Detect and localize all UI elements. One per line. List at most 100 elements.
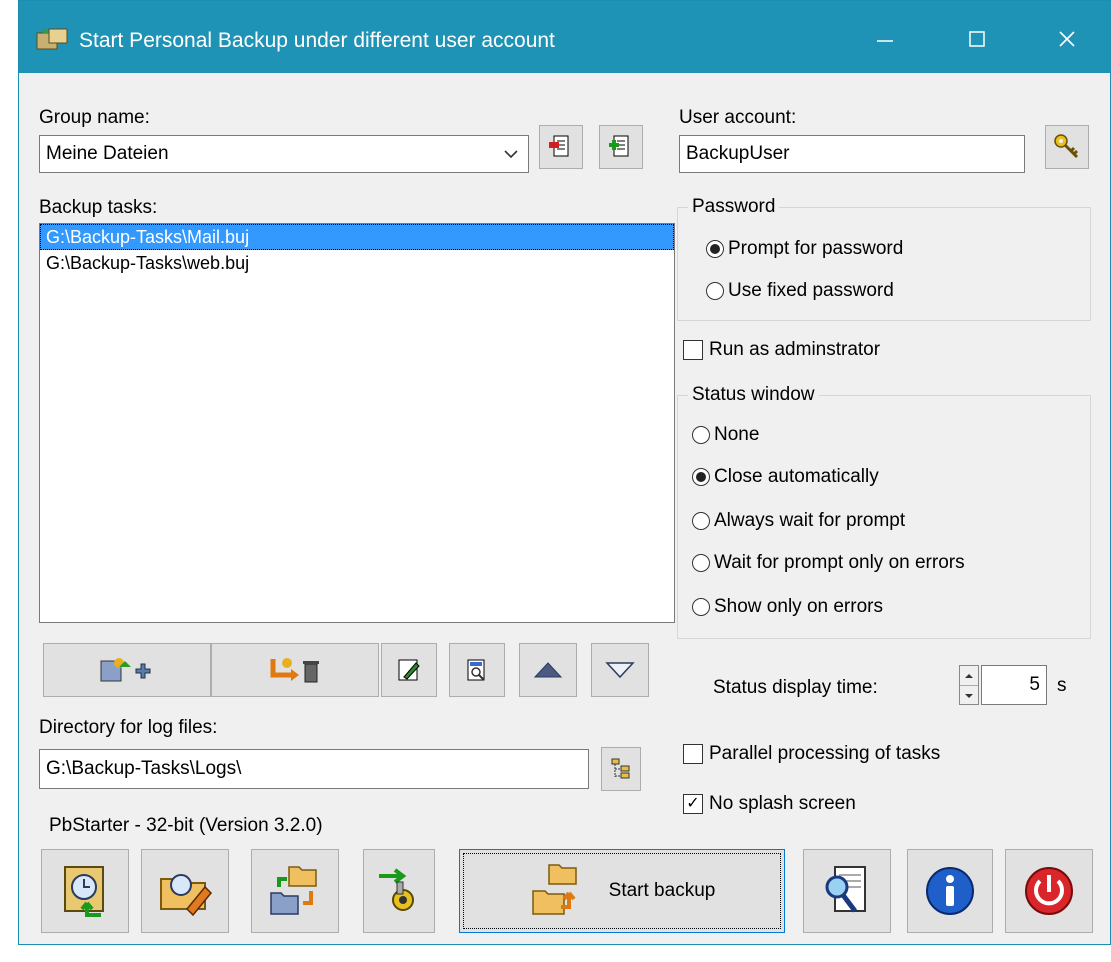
radio-status-none[interactable]: None [692,424,759,446]
checkbox-label: Run as adminstrator [709,339,881,360]
radio-indicator [692,554,710,572]
radio-label: None [714,424,760,445]
log-directory-value: G:\Backup-Tasks\Logs\ [46,758,242,779]
folder-tree-icon [609,757,633,781]
display-time-value: 5 [1029,674,1040,695]
group-name-value: Meine Dateien [46,143,169,164]
display-time-unit: s [1057,675,1067,696]
user-account-label: User account: [679,107,797,128]
checkbox-box: ✓ [683,794,703,814]
radio-label: Prompt for password [728,238,904,259]
parallel-processing-checkbox[interactable]: Parallel processing of tasks [683,743,940,765]
exit-button[interactable] [1005,849,1093,933]
radio-status-wait-on-errors[interactable]: Wait for prompt only on errors [692,552,965,574]
radio-status-close-automatically[interactable]: Close automatically [692,466,879,488]
radio-indicator [692,598,710,616]
edit-folder-icon [157,863,213,919]
radio-label: Close automatically [714,466,879,487]
chevron-down-icon [502,145,520,163]
view-log-button[interactable] [803,849,891,933]
radio-fixed-password[interactable]: Use fixed password [706,280,894,302]
browse-log-directory-button[interactable] [601,747,641,791]
power-icon [1023,865,1075,917]
user-account-value: BackupUser [686,143,790,164]
backup-tasks-list[interactable]: G:\Backup-Tasks\Mail.buj G:\Backup-Tasks… [39,223,675,623]
version-label: PbStarter - 32-bit (Version 3.2.0) [49,815,323,836]
maximize-button[interactable] [947,17,1007,61]
radio-indicator [706,240,724,258]
radio-label: Always wait for prompt [714,510,906,531]
list-item[interactable]: G:\Backup-Tasks\Mail.buj [40,224,674,250]
spin-up-icon[interactable] [960,666,978,686]
time-spinner[interactable] [959,665,979,705]
user-account-field[interactable]: BackupUser [679,135,1025,173]
checkbox-box [683,340,703,360]
clock-schedule-icon [57,863,113,919]
view-task-button[interactable] [449,643,505,697]
status-window-group-title: Status window [688,384,819,406]
radio-indicator [692,426,710,444]
minimize-button[interactable] [855,17,915,61]
sync-folders-button[interactable] [251,849,339,933]
password-group: Password Prompt for password Use fixed p… [677,196,1091,321]
start-backup-icon [529,863,585,919]
edit-schedule-button[interactable] [141,849,229,933]
run-as-admin-checkbox[interactable]: Run as adminstrator [683,339,880,361]
edit-pencil-icon [396,657,422,683]
move-down-button[interactable] [591,643,649,697]
info-icon [924,865,976,917]
radio-prompt-password[interactable]: Prompt for password [706,238,903,260]
remove-task-icon [265,655,325,685]
remove-document-icon [548,133,574,161]
group-name-label: Group name: [39,107,150,128]
start-backup-button[interactable]: Start backup [459,849,785,933]
edit-task-button[interactable] [381,643,437,697]
log-directory-field[interactable]: G:\Backup-Tasks\Logs\ [39,749,589,789]
info-button[interactable] [907,849,993,933]
folder-sync-icon [267,863,323,919]
radio-label: Show only on errors [714,596,883,617]
radio-indicator [706,282,724,300]
remove-group-button[interactable] [539,125,583,169]
add-task-icon [97,655,157,685]
backup-tasks-label: Backup tasks: [39,197,158,218]
list-item[interactable]: G:\Backup-Tasks\web.buj [40,250,674,276]
radio-status-always-wait[interactable]: Always wait for prompt [692,510,905,532]
view-document-icon [464,657,490,683]
schedule-button[interactable] [41,849,129,933]
checkbox-label: No splash screen [709,793,856,814]
no-splash-screen-checkbox[interactable]: ✓ No splash screen [683,793,856,815]
status-display-time-input[interactable]: 5 [981,665,1047,705]
add-task-button[interactable] [43,643,211,697]
radio-label: Wait for prompt only on errors [714,552,965,573]
start-backup-label: Start backup [608,880,716,901]
group-name-combobox[interactable]: Meine Dateien [39,135,529,173]
move-up-button[interactable] [519,643,577,697]
close-button[interactable] [1037,17,1097,61]
title-bar[interactable]: Start Personal Backup under different us… [19,1,1110,73]
log-directory-label: Directory for log files: [39,717,218,738]
status-display-time-label: Status display time: [713,677,878,698]
radio-status-show-on-errors[interactable]: Show only on errors [692,596,883,618]
remove-task-button[interactable] [211,643,379,697]
checkbox-label: Parallel processing of tasks [709,743,941,764]
add-document-icon [608,133,634,161]
key-icon [1053,133,1081,161]
spin-down-icon[interactable] [960,686,978,705]
triangle-down-icon [605,660,635,680]
radio-indicator [692,468,710,486]
search-document-icon [821,863,873,919]
radio-label: Use fixed password [728,280,894,301]
window-title: Start Personal Backup under different us… [79,29,555,52]
radio-indicator [692,512,710,530]
credentials-button[interactable] [1045,125,1089,169]
app-icon [35,25,71,53]
settings-button[interactable] [363,849,435,933]
gear-arrow-icon [375,866,423,916]
add-group-button[interactable] [599,125,643,169]
triangle-up-icon [533,660,563,680]
password-group-title: Password [688,196,780,218]
checkbox-box [683,744,703,764]
dialog-window: Start Personal Backup under different us… [18,0,1111,945]
status-window-group: Status window None Close automatically A… [677,384,1091,639]
